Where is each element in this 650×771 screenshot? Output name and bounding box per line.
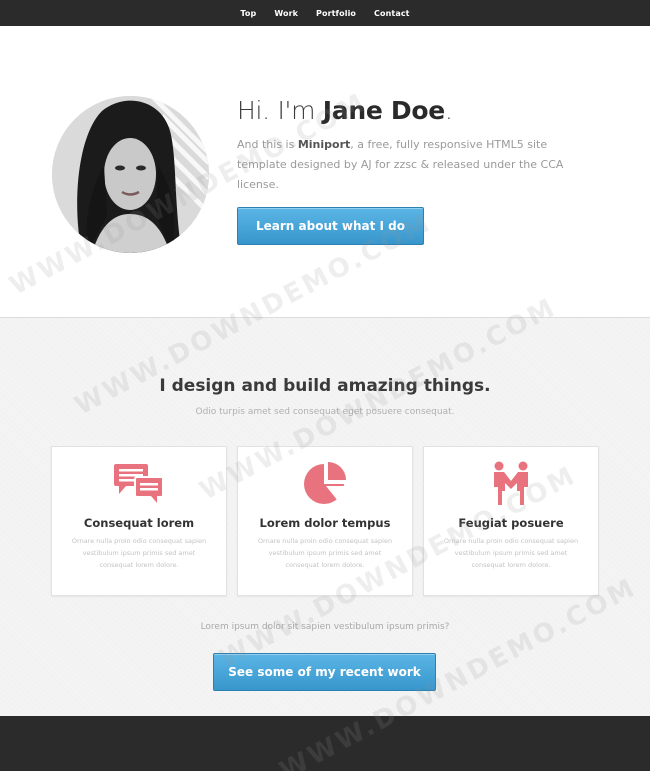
- greeting-prefix: Hi. I'm: [237, 96, 323, 125]
- work-section: I design and build amazing things. Odio …: [0, 318, 650, 716]
- intro-section: Hi. I'm Jane Doe. And this is Miniport, …: [0, 26, 650, 318]
- work-footer-text: Lorem ipsum dolor sit sapien vestibulum …: [200, 622, 450, 632]
- nav-link-portfolio[interactable]: Portfolio: [307, 9, 365, 18]
- speech-bubbles-icon: [52, 461, 226, 505]
- pie-chart-icon: [238, 461, 412, 505]
- feature-text: Ornare nulla proin odio consequat sapien…: [443, 537, 579, 569]
- feature-box: Lorem dolor tempus Ornare nulla proin od…: [237, 446, 413, 596]
- intro-text: Hi. I'm Jane Doe. And this is Miniport, …: [237, 96, 597, 195]
- feature-title: Lorem dolor tempus: [259, 516, 391, 530]
- intro-heading: Hi. I'm Jane Doe.: [237, 96, 597, 125]
- intro-lead: And this is Miniport, a free, fully resp…: [237, 135, 597, 195]
- work-subtitle: Odio turpis amet sed consequat eget posu…: [195, 407, 455, 417]
- feature-text: Ornare nulla proin odio consequat sapien…: [71, 537, 207, 569]
- nav-link-top[interactable]: Top: [231, 9, 265, 18]
- nav-link-work[interactable]: Work: [265, 9, 307, 18]
- greeting-suffix: .: [444, 96, 453, 125]
- footer: [0, 716, 650, 771]
- product-name: Miniport: [297, 138, 351, 151]
- learn-more-button[interactable]: Learn about what I do: [237, 207, 424, 245]
- recent-work-button[interactable]: See some of my recent work: [213, 653, 436, 691]
- top-nav: Top Work Portfolio Contact: [0, 0, 650, 26]
- lead-part-1: And this is: [237, 138, 298, 151]
- avatar: [52, 96, 209, 253]
- nav-link-contact[interactable]: Contact: [365, 9, 419, 18]
- feature-title: Consequat lorem: [83, 516, 195, 530]
- feature-text: Ornare nulla proin odio consequat sapien…: [257, 537, 393, 569]
- feature-box: Feugiat posuere Ornare nulla proin odio …: [423, 446, 599, 596]
- intro-name: Jane Doe: [322, 96, 445, 125]
- feature-title: Feugiat posuere: [458, 516, 564, 530]
- feature-box: Consequat lorem Ornare nulla proin odio …: [51, 446, 227, 596]
- portrait-image: [52, 96, 209, 253]
- handshake-people-icon: [424, 461, 598, 505]
- work-title: I design and build amazing things.: [159, 376, 491, 396]
